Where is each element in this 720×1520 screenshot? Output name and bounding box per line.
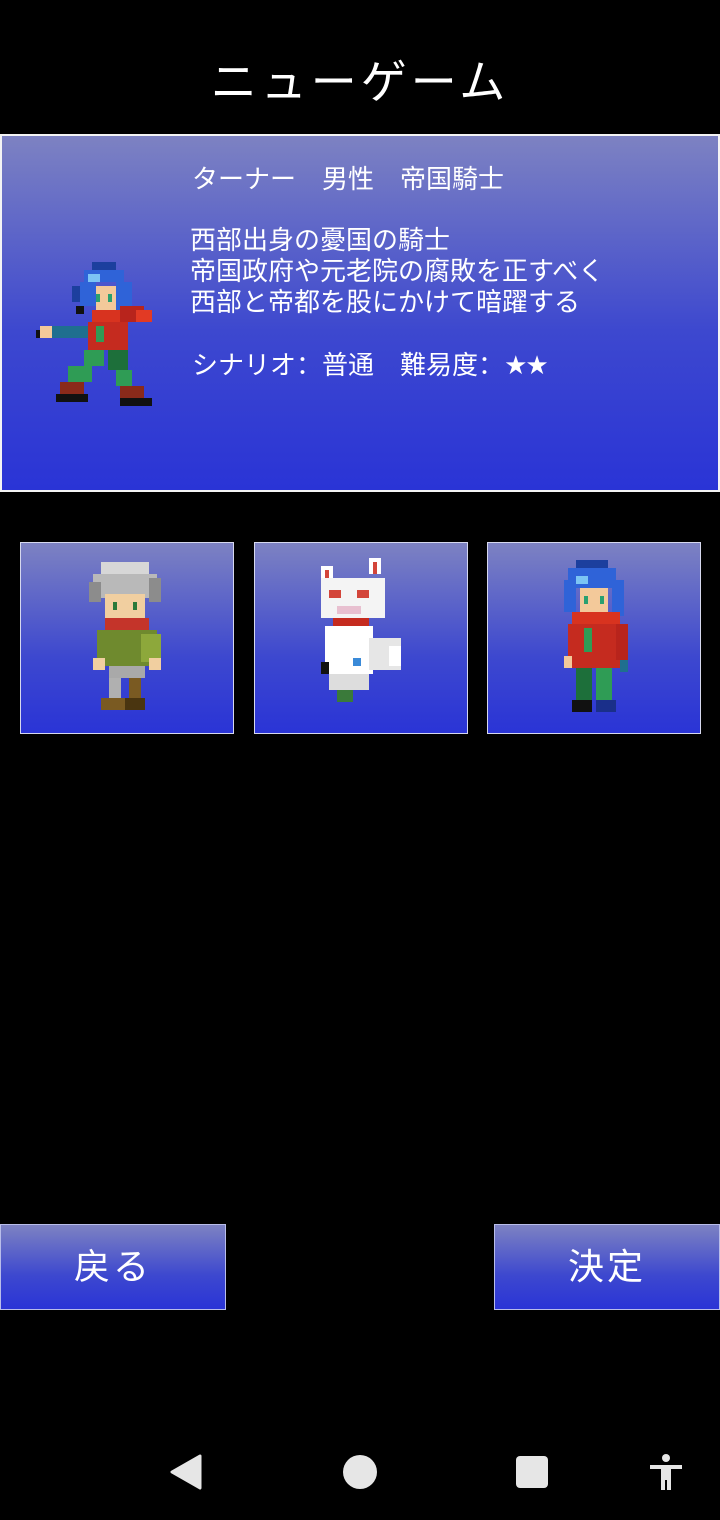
character-slot-2[interactable] (254, 542, 468, 734)
scenario-value: 普通 (322, 351, 375, 381)
confirm-button[interactable]: 決定 (494, 1224, 720, 1310)
triangle-back-icon[interactable] (164, 1450, 208, 1494)
difficulty-stars: ★★ (504, 351, 549, 381)
character-description: 西部出身の憂国の騎士 帝国政府や元老院の腐敗を正すべく 西部と帝都を股にかけて暗… (190, 226, 604, 319)
white-fox-creature-sprite (321, 558, 401, 702)
difficulty-label: 難易度： (400, 351, 505, 381)
blue-haired-knight-sprite (564, 560, 628, 712)
system-navigation-bar (0, 1424, 720, 1520)
scenario-label: シナリオ： (192, 351, 323, 381)
character-slot-3[interactable] (487, 542, 701, 734)
description-line: 西部と帝都を股にかけて暗躍する (190, 288, 581, 318)
square-recents-icon[interactable] (510, 1450, 554, 1494)
screen-title: ニューゲーム (210, 55, 510, 109)
description-line: 帝国政府や元老院の腐敗を正すべく (190, 257, 605, 287)
circle-home-icon[interactable] (338, 1450, 382, 1494)
back-button[interactable]: 戻る (0, 1224, 226, 1310)
character-slot-1[interactable] (20, 542, 234, 734)
selected-character-portrait (36, 262, 152, 406)
silver-haired-boy-sprite (89, 562, 161, 710)
description-line: 西部出身の憂国の騎士 (190, 226, 451, 256)
character-header: ターナー 男性 帝国騎士 (192, 165, 505, 195)
accessibility-person-icon[interactable] (644, 1450, 688, 1494)
scenario-difficulty-line: シナリオ：普通 難易度：★★ (192, 348, 549, 384)
